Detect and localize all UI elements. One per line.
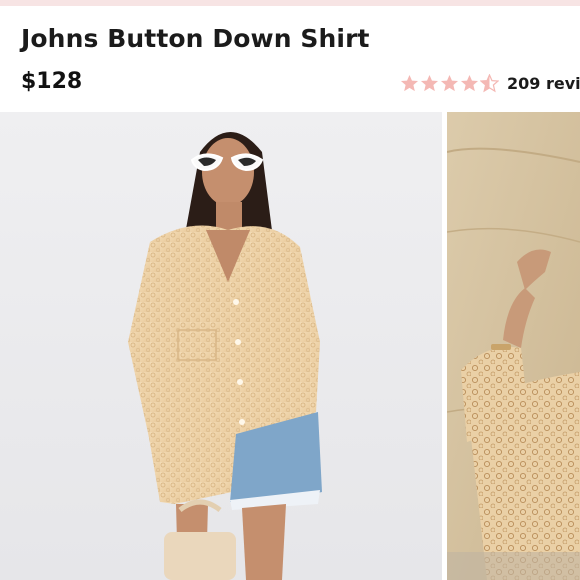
half-star-icon [480, 73, 499, 92]
star-icon [460, 74, 479, 91]
top-accent-strip [0, 0, 580, 6]
star-icon [420, 74, 439, 91]
product-image-gallery[interactable] [0, 112, 580, 580]
rating-summary[interactable]: 209 review [400, 72, 580, 94]
star-icon [400, 74, 419, 91]
review-count-link[interactable]: 209 review [507, 74, 580, 93]
star-rating [400, 73, 499, 93]
product-title: Johns Button Down Shirt [21, 24, 370, 53]
star-icon [440, 74, 459, 91]
product-photo-secondary[interactable] [447, 112, 580, 580]
product-photo-main[interactable] [0, 112, 442, 580]
product-price: $128 [21, 69, 83, 94]
